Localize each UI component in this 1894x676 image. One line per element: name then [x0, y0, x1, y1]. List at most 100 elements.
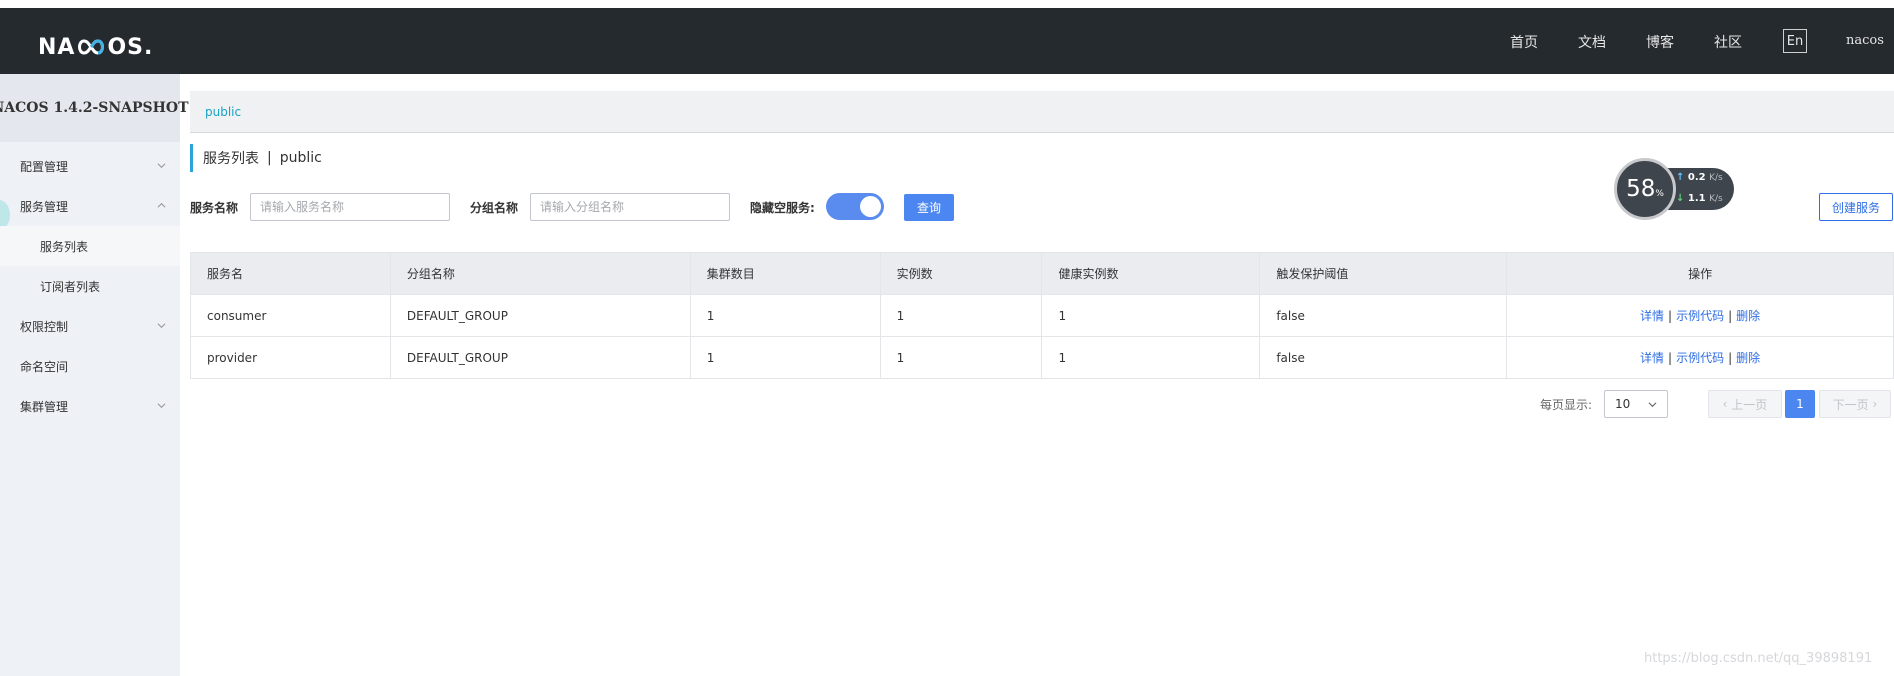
prev-page-label: 上一页: [1731, 397, 1768, 412]
cell-healthy-count: 1: [1041, 294, 1261, 337]
nav-blog[interactable]: 博客: [1646, 32, 1674, 52]
per-page-label: 每页显示:: [1540, 398, 1593, 412]
chevron-right-icon: ›: [1868, 397, 1878, 411]
sidebar-item-namespace[interactable]: 命名空间: [0, 346, 180, 386]
service-name-label: 服务名称: [190, 201, 239, 215]
sidebar-item-subscriber-list[interactable]: 订阅者列表: [0, 266, 180, 306]
detail-link[interactable]: 详情: [1640, 351, 1664, 365]
download-speed: ↓ 1.1 K/s: [1676, 193, 1723, 204]
sidebar-item-label: 服务管理: [20, 199, 69, 214]
next-page-button[interactable]: 下一页 ›: [1819, 390, 1891, 418]
cell-healthy-count: 1: [1041, 336, 1261, 379]
cell-instance-count: 1: [879, 294, 1043, 337]
upload-unit: K/s: [1709, 173, 1723, 183]
col-cluster-count: 集群数目: [689, 252, 881, 295]
chevron-up-icon: [157, 202, 166, 208]
cell-threshold: false: [1259, 336, 1508, 379]
page-title: 服务列表 | public: [190, 144, 322, 172]
toggle-knob: [860, 196, 881, 217]
arrow-up-icon: ↑: [1676, 172, 1685, 183]
speed-percent-circle: 58%: [1614, 158, 1676, 220]
col-group-name: 分组名称: [389, 252, 691, 295]
page-title-text: 服务列表: [203, 151, 259, 167]
group-name-input[interactable]: [530, 193, 730, 221]
cell-group-name: DEFAULT_GROUP: [389, 336, 691, 379]
col-healthy-count: 健康实例数: [1041, 252, 1261, 295]
logo-infinity-icon: [76, 37, 106, 57]
cell-instance-count: 1: [879, 336, 1043, 379]
action-separator: |: [1668, 309, 1673, 323]
detail-link[interactable]: 详情: [1640, 309, 1664, 323]
download-unit: K/s: [1709, 194, 1723, 204]
sidebar-item-label: 权限控制: [20, 319, 69, 334]
action-separator: |: [1728, 351, 1733, 365]
page-title-namespace: public: [279, 150, 322, 166]
create-service-button[interactable]: 创建服务: [1819, 193, 1893, 221]
language-switch-button[interactable]: En: [1783, 29, 1807, 53]
cell-threshold: false: [1259, 294, 1508, 337]
sidebar-item-auth[interactable]: 权限控制: [0, 306, 180, 346]
action-separator: |: [1668, 351, 1673, 365]
chevron-down-icon: [157, 323, 166, 329]
prev-page-button[interactable]: ‹ 上一页: [1708, 390, 1782, 418]
top-strip: [0, 0, 1894, 8]
col-threshold: 触发保护阈值: [1259, 252, 1508, 295]
delete-link[interactable]: 删除: [1736, 309, 1760, 323]
cell-service-name: provider: [190, 336, 391, 379]
cell-cluster-count: 1: [689, 294, 881, 337]
upload-speed: ↑ 0.2 K/s: [1676, 172, 1723, 183]
speed-percent: 58: [1626, 176, 1656, 202]
table-row: consumer DEFAULT_GROUP 1 1 1 false 详情 | 示例…: [190, 294, 1894, 337]
cell-actions: 详情 | 示例代码 | 删除: [1506, 336, 1894, 379]
nav-docs[interactable]: 文档: [1578, 32, 1606, 52]
sidebar-item-service[interactable]: 服务管理: [0, 186, 180, 226]
cell-actions: 详情 | 示例代码 | 删除: [1506, 294, 1894, 337]
logo-text-left: NA: [38, 34, 76, 60]
sidebar-item-label: 命名空间: [20, 359, 69, 374]
page-title-separator: |: [267, 150, 272, 166]
service-name-input[interactable]: [250, 193, 450, 221]
sidebar-item-label: 订阅者列表: [40, 279, 101, 294]
sidebar-item-label: 配置管理: [20, 159, 69, 174]
namespace-link[interactable]: public: [205, 105, 241, 119]
col-service-name: 服务名: [190, 252, 391, 295]
nav-home[interactable]: 首页: [1510, 32, 1538, 52]
sidebar-item-config[interactable]: 配置管理: [0, 146, 180, 186]
nacos-logo[interactable]: NA OS.: [38, 34, 153, 60]
sidebar-item-cluster[interactable]: 集群管理: [0, 386, 180, 426]
chevron-down-icon: [1648, 402, 1657, 408]
cell-cluster-count: 1: [689, 336, 881, 379]
cell-service-name: consumer: [190, 294, 391, 337]
network-speed-widget: ↑ 0.2 K/s ↓ 1.1 K/s 58%: [1614, 158, 1734, 220]
chevron-down-icon: [157, 403, 166, 409]
table-header-row: 服务名 分组名称 集群数目 实例数 健康实例数 触发保护阈值 操作: [190, 252, 1894, 295]
cell-group-name: DEFAULT_GROUP: [389, 294, 691, 337]
logo-text-right: OS.: [107, 34, 154, 60]
sidebar-item-service-list[interactable]: 服务列表: [0, 226, 180, 266]
sample-code-link[interactable]: 示例代码: [1676, 351, 1724, 365]
sidebar-item-label: 集群管理: [20, 399, 69, 414]
action-separator: |: [1728, 309, 1733, 323]
nav-community[interactable]: 社区: [1714, 32, 1742, 52]
table-row: provider DEFAULT_GROUP 1 1 1 false 详情 | 示例…: [190, 336, 1894, 379]
next-page-label: 下一页: [1832, 397, 1869, 412]
chevron-down-icon: [157, 163, 166, 169]
query-button[interactable]: 查询: [904, 194, 954, 221]
hide-empty-toggle[interactable]: [826, 193, 884, 220]
speed-percent-unit: %: [1655, 188, 1664, 199]
namespace-bar: public: [190, 91, 1894, 133]
service-table: 服务名 分组名称 集群数目 实例数 健康实例数 触发保护阈值 操作 consum…: [190, 252, 1894, 379]
hide-empty-label: 隐藏空服务:: [750, 201, 815, 215]
upload-value: 0.2: [1687, 172, 1706, 183]
page-number-current[interactable]: 1: [1785, 390, 1815, 418]
page-size-select[interactable]: 10: [1604, 390, 1668, 418]
group-name-label: 分组名称: [470, 201, 519, 215]
top-navbar: NA OS.: [0, 8, 1894, 74]
sidebar-item-label: 服务列表: [40, 239, 89, 254]
sample-code-link[interactable]: 示例代码: [1676, 309, 1724, 323]
sidebar-title: NACOS 1.4.2-SNAPSHOT: [0, 74, 189, 142]
col-instance-count: 实例数: [879, 252, 1043, 295]
delete-link[interactable]: 删除: [1736, 351, 1760, 365]
username[interactable]: nacos: [1846, 33, 1884, 48]
download-value: 1.1: [1687, 193, 1706, 204]
